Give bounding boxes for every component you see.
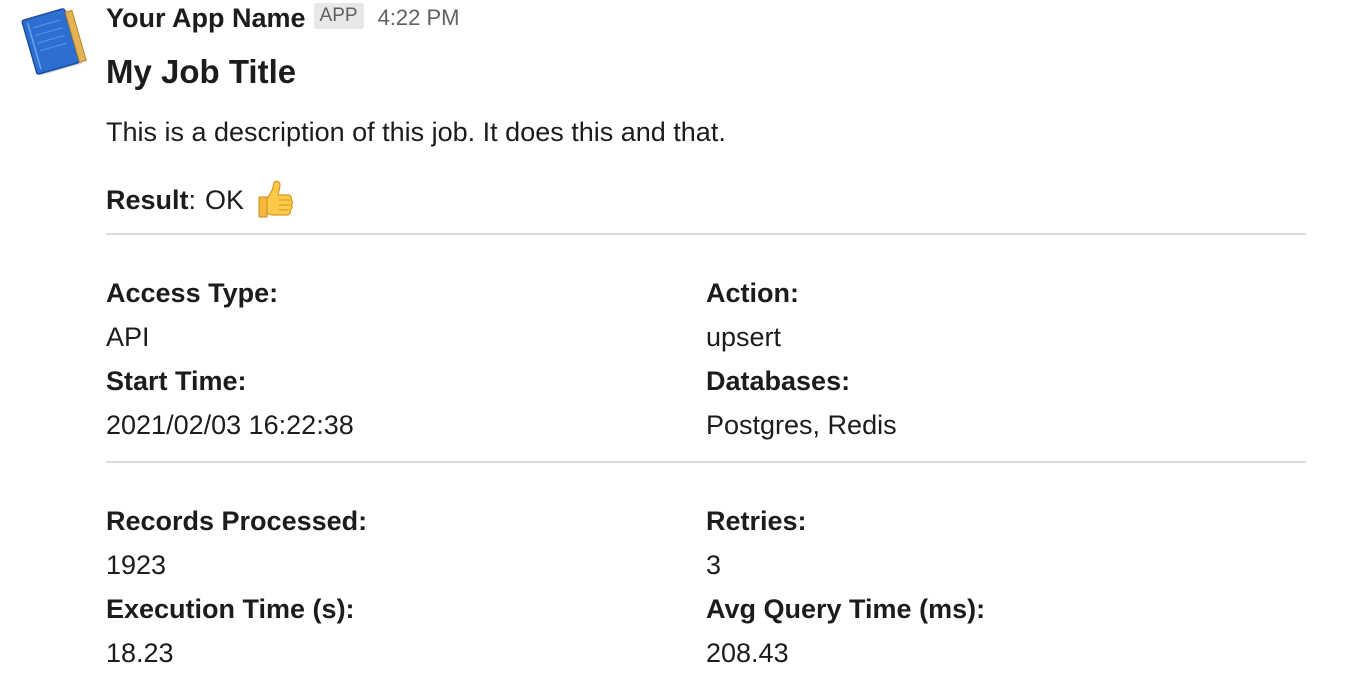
fields-section-2: Records Processed: 1923 Retries: 3 Execu… [106,499,1306,675]
field-access-type: Access Type: API [106,271,706,359]
field-databases: Databases: Postgres, Redis [706,359,1306,447]
field-value: 208.43 [706,638,789,668]
result-separator: : [188,185,197,215]
field-value: upsert [706,322,782,352]
job-description: This is a description of this job. It do… [106,117,726,147]
field-value: 18.23 [106,638,174,668]
divider [106,233,1306,235]
message-timestamp[interactable]: 4:22 PM [378,5,460,31]
field-value: Postgres, Redis [706,410,897,440]
divider [106,461,1306,463]
field-execution-time: Execution Time (s): 18.23 [106,587,706,675]
field-start-time: Start Time: 2021/02/03 16:22:38 [106,359,706,447]
field-label: Retries: [706,506,807,536]
field-label: Access Type: [106,278,279,308]
message-header: Your App Name APP 4:22 PM [106,0,1306,36]
field-retries: Retries: 3 [706,499,1306,587]
thumbs-up-icon [251,177,297,223]
result-value: OK [205,185,245,215]
fields-section-1: Access Type: API Action: upsert Start Ti… [106,271,1306,447]
result-label: Result [106,185,189,215]
app-avatar[interactable] [20,6,92,78]
app-name[interactable]: Your App Name [106,3,306,34]
field-value: API [106,322,150,352]
app-badge: APP [313,3,364,29]
field-action: Action: upsert [706,271,1306,359]
field-label: Execution Time (s): [106,594,355,624]
field-value: 1923 [106,550,167,580]
field-records-processed: Records Processed: 1923 [106,499,706,587]
job-title: My Job Title [106,53,297,90]
notebook-icon [21,8,87,76]
field-avg-query-time: Avg Query Time (ms): 208.43 [706,587,1306,675]
field-label: Avg Query Time (ms): [706,594,986,624]
field-label: Start Time: [106,366,247,396]
field-label: Records Processed: [106,506,368,536]
field-label: Action: [706,278,799,308]
field-value: 3 [706,550,722,580]
field-label: Databases: [706,366,851,396]
result-line: Result : OK [106,179,1306,221]
field-value: 2021/02/03 16:22:38 [106,410,354,440]
message-content: Your App Name APP 4:22 PM My Job Title T… [106,0,1306,675]
